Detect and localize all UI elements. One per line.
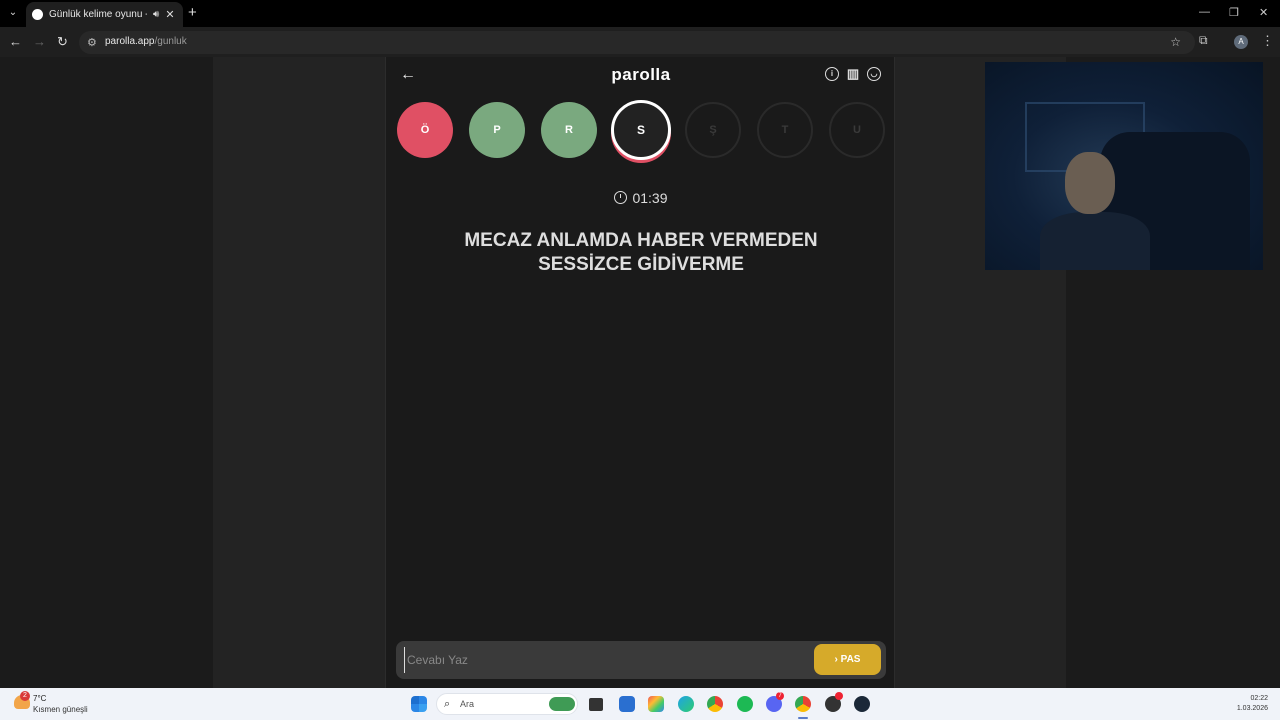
back-icon[interactable]: ← bbox=[9, 34, 22, 50]
edge-icon[interactable] bbox=[678, 696, 694, 712]
chrome-icon[interactable] bbox=[707, 696, 723, 712]
new-tab-button[interactable]: + bbox=[188, 5, 197, 21]
restore-icon[interactable]: ❐ bbox=[1229, 6, 1239, 19]
task-view-icon[interactable] bbox=[589, 698, 603, 711]
search-label: Ara bbox=[460, 699, 475, 709]
letter-circle: U bbox=[829, 102, 885, 158]
letter-circle-current: S bbox=[611, 100, 671, 160]
extensions-icon[interactable]: ⧉ bbox=[1199, 33, 1208, 48]
webcam-person-head bbox=[1065, 152, 1115, 214]
question-line: SESSİZCE GİDİVERME bbox=[538, 254, 744, 275]
copilot-icon[interactable] bbox=[648, 696, 664, 712]
close-tab-icon[interactable]: ✕ bbox=[165, 8, 174, 21]
forward-icon[interactable]: → bbox=[33, 34, 46, 50]
letter-circle: T bbox=[757, 102, 813, 158]
steam-icon[interactable] bbox=[854, 696, 870, 712]
tab-search-button[interactable]: ⌄ bbox=[5, 5, 21, 21]
close-window-icon[interactable]: ✕ bbox=[1259, 6, 1268, 19]
clock-time: 02:22 bbox=[1250, 695, 1268, 702]
pass-button[interactable]: › PAS bbox=[814, 644, 881, 675]
letter-circle: Ö bbox=[397, 102, 453, 158]
taskbar: 2 7°C Kısmen güneşli ⌕ Ara 7 02:22 1.03.… bbox=[0, 688, 1280, 720]
favicon-icon bbox=[32, 9, 43, 20]
weather-badge: 2 bbox=[20, 691, 30, 701]
search-icon: ⌕ bbox=[444, 698, 451, 710]
start-menu-icon[interactable] bbox=[411, 696, 427, 712]
question-line: MECAZ ANLAMDA HABER VERMEDEN bbox=[464, 230, 818, 251]
letter-circle: R bbox=[541, 102, 597, 158]
browser-toolbar: ← → ↻ ⚙︎ parolla.app/gunluk ☆ ⧉ A ⋮ bbox=[0, 27, 1280, 57]
webcam-overlay bbox=[985, 62, 1263, 270]
browser-menu-icon[interactable]: ⋮ bbox=[1261, 33, 1274, 49]
question-text: MECAZ ANLAMDA HABER VERMEDEN SESSİZCE Gİ… bbox=[431, 229, 851, 277]
speaker-icon[interactable]: 🔊︎ bbox=[153, 9, 159, 20]
letter-circle: P bbox=[469, 102, 525, 158]
game-panel: ← parolla i ▥ ◡ Ö P R S Ş T U 01:39 MECA… bbox=[385, 57, 895, 688]
clock-icon bbox=[614, 191, 628, 204]
discord-badge: 7 bbox=[776, 692, 784, 700]
info-icon[interactable]: i bbox=[825, 67, 839, 81]
stats-chart-icon[interactable]: ▥ bbox=[846, 67, 860, 81]
site-info-icon[interactable]: ⚙︎ bbox=[87, 36, 97, 49]
url-text: parolla.app/gunluk bbox=[105, 36, 187, 47]
webcam-person-body bbox=[1040, 212, 1150, 270]
chrome-active-icon[interactable] bbox=[795, 696, 811, 712]
tab-title: Günlük kelime oyunu - par bbox=[49, 9, 147, 20]
taskbar-search[interactable]: ⌕ Ara bbox=[436, 693, 578, 715]
active-app-indicator bbox=[798, 717, 808, 719]
user-account-icon[interactable]: ◡ bbox=[867, 67, 881, 81]
system-clock[interactable]: 02:22 1.03.2026 bbox=[1237, 694, 1268, 714]
app-logo: parolla bbox=[611, 65, 671, 84]
answer-input[interactable] bbox=[404, 647, 804, 673]
weather-description[interactable]: Kısmen güneşli bbox=[33, 705, 88, 714]
bookmark-star-icon[interactable]: ☆ bbox=[1170, 35, 1181, 49]
address-bar[interactable]: ⚙︎ parolla.app/gunluk ☆ bbox=[79, 31, 1195, 54]
timer: 01:39 bbox=[386, 190, 896, 206]
weather-temperature[interactable]: 7°C bbox=[33, 694, 46, 703]
page-viewport: ← parolla i ▥ ◡ Ö P R S Ş T U 01:39 MECA… bbox=[0, 57, 1280, 688]
outlook-icon[interactable] bbox=[619, 696, 635, 712]
clock-date: 1.03.2026 bbox=[1236, 705, 1268, 712]
spotify-icon[interactable] bbox=[737, 696, 753, 712]
browser-tab[interactable]: Günlük kelime oyunu - par 🔊︎ ✕ bbox=[26, 2, 183, 27]
timer-value: 01:39 bbox=[632, 190, 668, 206]
obs-recording-dot bbox=[835, 692, 843, 700]
pass-label: PAS bbox=[840, 654, 861, 665]
answer-bar: › PAS bbox=[396, 641, 886, 679]
reload-icon[interactable]: ↻ bbox=[57, 34, 68, 50]
search-highlight-icon bbox=[549, 697, 575, 711]
letter-track: Ö P R S Ş T U bbox=[386, 100, 896, 162]
letter-circle: Ş bbox=[685, 102, 741, 158]
minimize-icon[interactable]: — bbox=[1199, 6, 1210, 18]
browser-tab-strip: ⌄ Günlük kelime oyunu - par 🔊︎ ✕ + — ❐ ✕ bbox=[0, 0, 1280, 27]
profile-avatar[interactable]: A bbox=[1234, 35, 1248, 49]
